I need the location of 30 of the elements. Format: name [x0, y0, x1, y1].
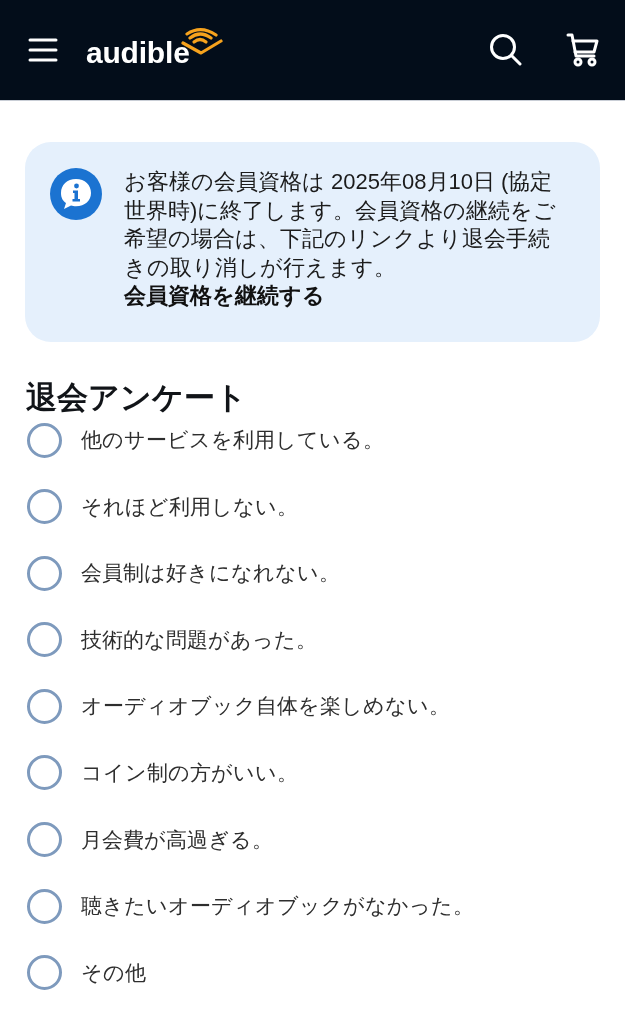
search-button[interactable]	[489, 34, 523, 66]
search-icon	[489, 34, 523, 66]
menu-icon	[28, 38, 58, 62]
radio-button[interactable]	[27, 622, 62, 658]
option-label[interactable]: 月会費が高過ぎる。	[81, 824, 273, 855]
option-label[interactable]: コイン制の方がいい。	[81, 757, 298, 788]
radio-button[interactable]	[27, 822, 62, 858]
radio-button[interactable]	[27, 422, 62, 458]
info-icon	[50, 168, 102, 220]
radio-button[interactable]	[27, 555, 62, 591]
logo-link[interactable]: audible	[86, 28, 223, 68]
cart-button[interactable]	[566, 33, 600, 67]
menu-button[interactable]	[28, 38, 58, 62]
option-label[interactable]: その他	[81, 957, 146, 988]
option-label[interactable]: 技術的な問題があった。	[81, 624, 317, 655]
radio-button[interactable]	[27, 688, 62, 724]
option-label[interactable]: オーディオブック自体を楽しめない。	[81, 691, 450, 722]
radio-button[interactable]	[27, 955, 62, 991]
radio-button[interactable]	[27, 489, 62, 525]
continue-membership-link[interactable]: 会員資格を継続する	[124, 282, 325, 311]
survey-title: 退会アンケート	[26, 380, 247, 416]
radio-button[interactable]	[27, 888, 62, 924]
cart-icon	[566, 33, 600, 67]
radio-button[interactable]	[27, 755, 62, 791]
option-label[interactable]: 会員制は好きになれない。	[81, 558, 340, 589]
option-label[interactable]: 聴きたいオーディオブックがなかった。	[81, 891, 474, 922]
notice-message: お客様の会員資格は 2025年08月10日 (協定世界時)に終了します。会員資格の継続をご希望の場合は、下記のリンクより退会手続きの取り消しが行えます。	[124, 168, 558, 282]
option-label[interactable]: 他のサービスを利用している。	[81, 425, 384, 455]
option-label[interactable]: それほど利用しない。	[81, 491, 298, 522]
logo-text: audible	[86, 38, 190, 68]
